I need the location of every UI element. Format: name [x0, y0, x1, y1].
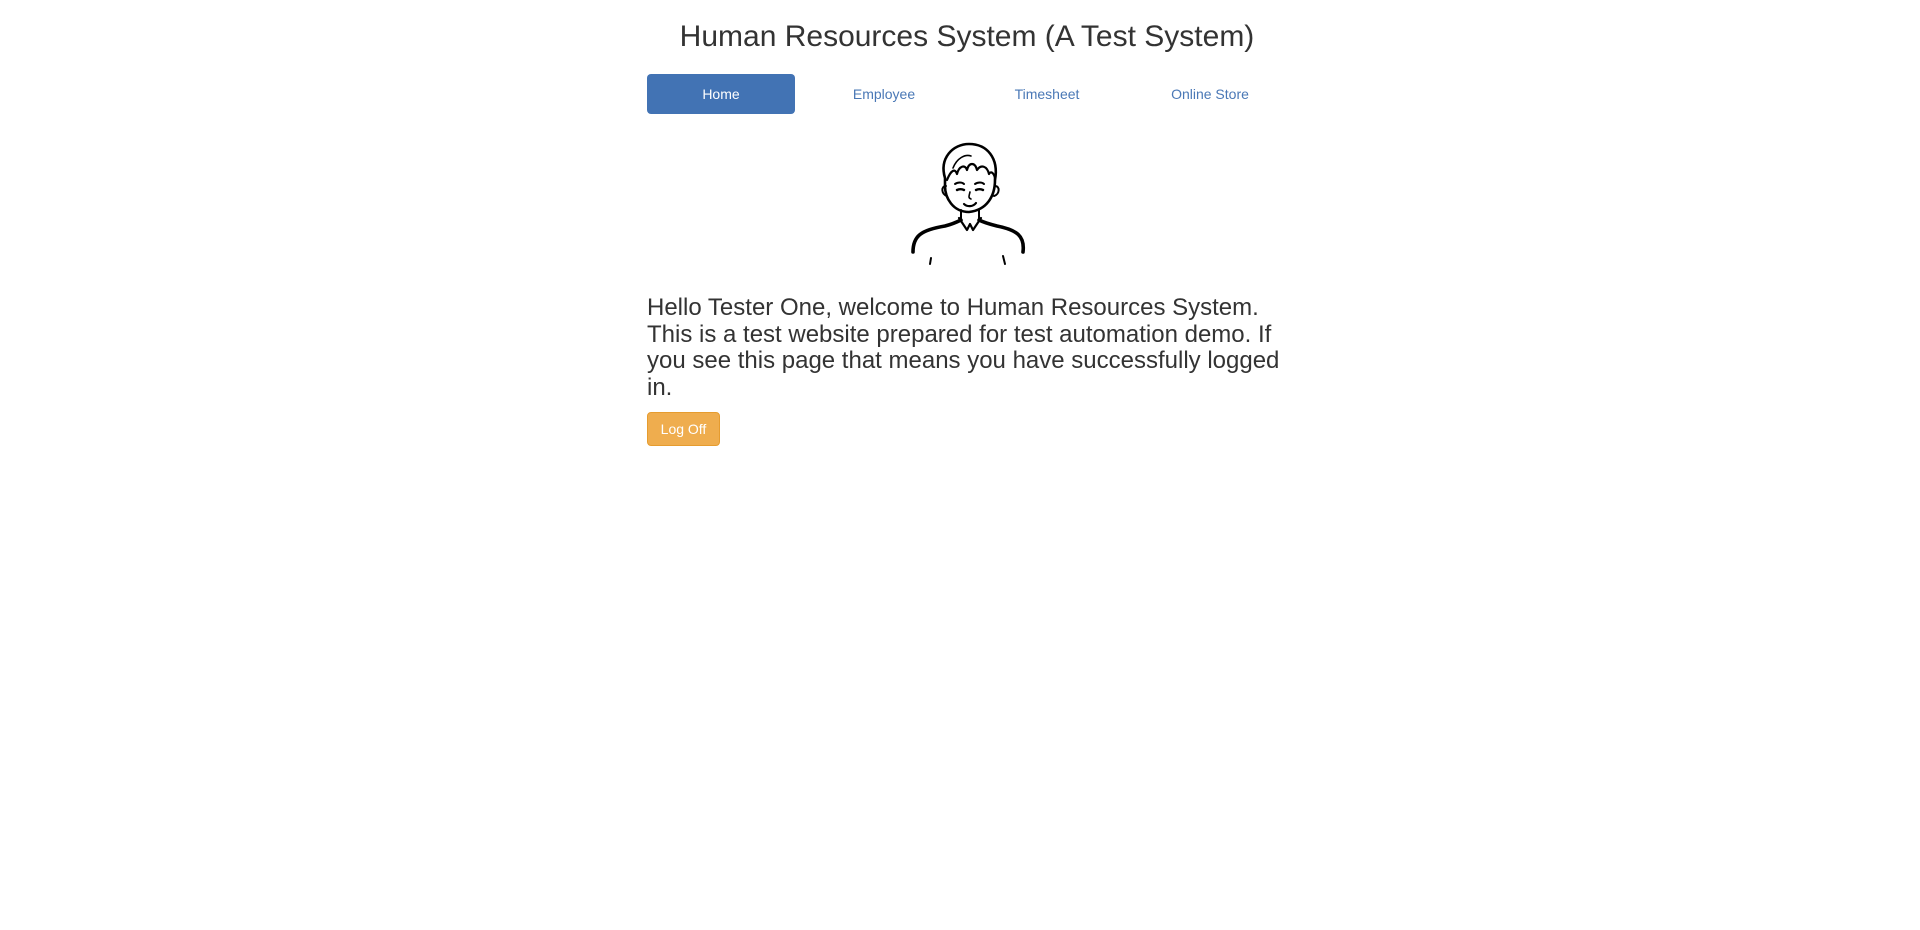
main-nav: Home Employee Timesheet Online Store	[647, 74, 1287, 114]
nav-timesheet[interactable]: Timesheet	[973, 74, 1121, 114]
nav-home[interactable]: Home	[647, 74, 795, 114]
nav-online-store[interactable]: Online Store	[1136, 74, 1284, 114]
welcome-message: Hello Tester One, welcome to Human Resou…	[647, 294, 1280, 401]
log-off-button[interactable]: Log Off	[647, 412, 720, 446]
nav-employee[interactable]: Employee	[810, 74, 958, 114]
user-avatar-icon	[909, 140, 1027, 270]
page-title: Human Resources System (A Test System)	[679, 20, 1255, 53]
